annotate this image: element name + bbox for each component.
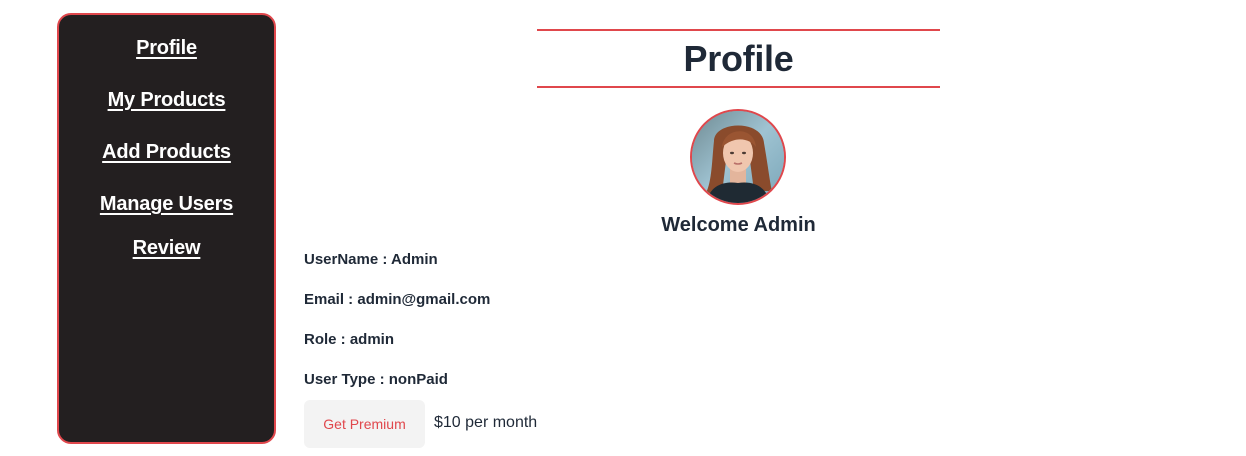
page-title: Profile	[683, 38, 794, 79]
user-type-text: User Type : nonPaid	[304, 371, 448, 388]
sidebar-item-review[interactable]: Review	[59, 237, 274, 260]
profile-page: Profile My Products Add Products Manage …	[0, 0, 1246, 456]
avatar-portrait-image	[692, 111, 784, 203]
username-text: UserName : Admin	[304, 251, 438, 268]
avatar	[690, 109, 786, 205]
email-text: Email : admin@gmail.com	[304, 291, 491, 308]
page-title-container: Profile	[537, 29, 940, 88]
welcome-heading: Welcome Admin	[661, 214, 816, 236]
get-premium-button[interactable]: Get Premium	[304, 400, 425, 448]
sidebar-item-manage-users[interactable]: Manage Users	[59, 193, 274, 216]
sidebar-item-add-products[interactable]: Add Products	[59, 141, 274, 164]
sidebar: Profile My Products Add Products Manage …	[57, 13, 276, 444]
sidebar-item-profile[interactable]: Profile	[59, 37, 274, 60]
role-text: Role : admin	[304, 331, 395, 348]
price-text: $10 per month	[434, 414, 538, 431]
sidebar-item-my-products[interactable]: My Products	[59, 89, 274, 112]
